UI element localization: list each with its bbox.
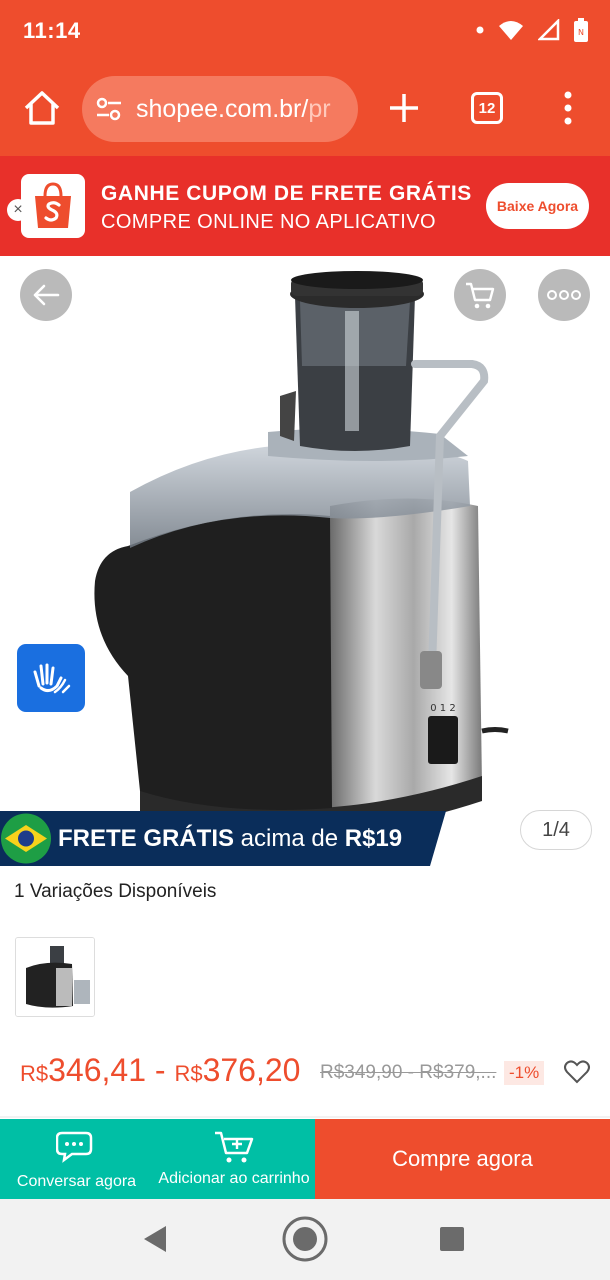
discount-badge: -1% <box>504 1061 545 1085</box>
variation-thumbnail-image <box>16 938 94 1016</box>
original-price: R$349,90 - R$379,... <box>320 1062 497 1083</box>
cart-button[interactable] <box>454 269 506 321</box>
free-shipping-text: FRETE GRÁTIS acima de R$19 <box>58 825 402 853</box>
svg-text:0 1 2: 0 1 2 <box>430 703 455 714</box>
buy-now-button[interactable]: Compre agora <box>315 1119 610 1199</box>
banner-close-button[interactable]: × <box>7 199 29 221</box>
currency-min: R$ <box>20 1061 49 1086</box>
shopee-logo <box>21 174 85 238</box>
wifi-icon <box>499 21 523 40</box>
add-to-cart-icon <box>215 1131 254 1163</box>
free-shipping-mid: acima de <box>234 825 345 852</box>
free-shipping-strong: FRETE GRÁTIS <box>58 825 235 852</box>
banner-title: GANHE CUPOM DE FRETE GRÁTIS <box>101 182 472 205</box>
juicer-product-image: 0 1 2 <box>94 271 509 834</box>
status-time: 11:14 <box>23 18 81 43</box>
site-settings-icon[interactable] <box>94 94 124 124</box>
overflow-menu-icon[interactable] <box>558 86 578 130</box>
nav-back-icon[interactable] <box>140 1223 170 1255</box>
image-counter: 1/4 <box>520 810 592 850</box>
home-icon[interactable] <box>20 86 64 130</box>
cart-icon <box>466 282 495 309</box>
url-bar[interactable]: shopee.com.br/pr <box>82 76 358 142</box>
nav-recents-icon[interactable] <box>439 1226 465 1252</box>
price-min: 346,41 <box>48 1052 146 1088</box>
url-host: shopee.com.br/ <box>136 94 309 123</box>
notification-dot-icon <box>476 26 484 34</box>
heart-icon[interactable] <box>563 1058 591 1086</box>
chat-now-label: Conversar agora <box>16 1173 137 1190</box>
download-app-button[interactable]: Baixe Agora <box>486 183 589 229</box>
variations-label: 1 Variações Disponíveis <box>14 881 217 902</box>
banner-subtitle: COMPRE ONLINE NO APLICATIVO <box>101 211 436 233</box>
price-separator: - <box>146 1052 175 1088</box>
new-tab-icon[interactable] <box>384 88 424 128</box>
sign-language-hands-icon <box>33 663 71 694</box>
status-icons: N <box>476 18 588 42</box>
url-rest: pr <box>308 94 331 123</box>
tab-switcher-button[interactable]: 12 <box>471 92 503 124</box>
arrow-left-icon <box>33 284 60 306</box>
add-to-cart-label: Adicionar ao carrinho <box>158 1170 310 1187</box>
battery-icon: N <box>574 18 588 42</box>
android-nav-bar <box>0 1199 610 1280</box>
browser-toolbar: shopee.com.br/pr 12 <box>0 64 610 156</box>
price-max: 376,20 <box>202 1052 301 1088</box>
shopee-bag-icon <box>35 182 71 228</box>
chat-bubbles-icon <box>56 1131 93 1163</box>
currency-max: R$ <box>174 1061 203 1086</box>
cell-signal-icon <box>538 19 560 41</box>
nav-home-icon[interactable] <box>281 1215 329 1263</box>
variation-thumbnail[interactable] <box>15 937 95 1017</box>
bottom-action-bar: Conversar agora Adicionar ao carrinho Co… <box>0 1119 610 1199</box>
sign-language-accessibility-button[interactable] <box>17 644 85 712</box>
back-button[interactable] <box>20 269 72 321</box>
add-to-cart-button[interactable]: Adicionar ao carrinho <box>153 1119 315 1199</box>
chat-now-button[interactable]: Conversar agora <box>0 1119 153 1199</box>
free-shipping-amount: R$19 <box>344 825 403 852</box>
product-image-carousel[interactable]: 0 1 2 <box>0 256 610 866</box>
more-horizontal-icon <box>547 290 581 300</box>
url-text[interactable]: shopee.com.br/pr <box>136 95 331 124</box>
svg-text:N: N <box>578 28 584 37</box>
price-range: R$346,41 - R$376,20 <box>20 1052 300 1089</box>
more-options-button[interactable] <box>538 269 590 321</box>
divider <box>0 1116 610 1118</box>
price-row: R$346,41 - R$376,20 R$349,90 - R$379,...… <box>20 1050 600 1094</box>
status-bar: 11:14 N <box>0 0 610 64</box>
